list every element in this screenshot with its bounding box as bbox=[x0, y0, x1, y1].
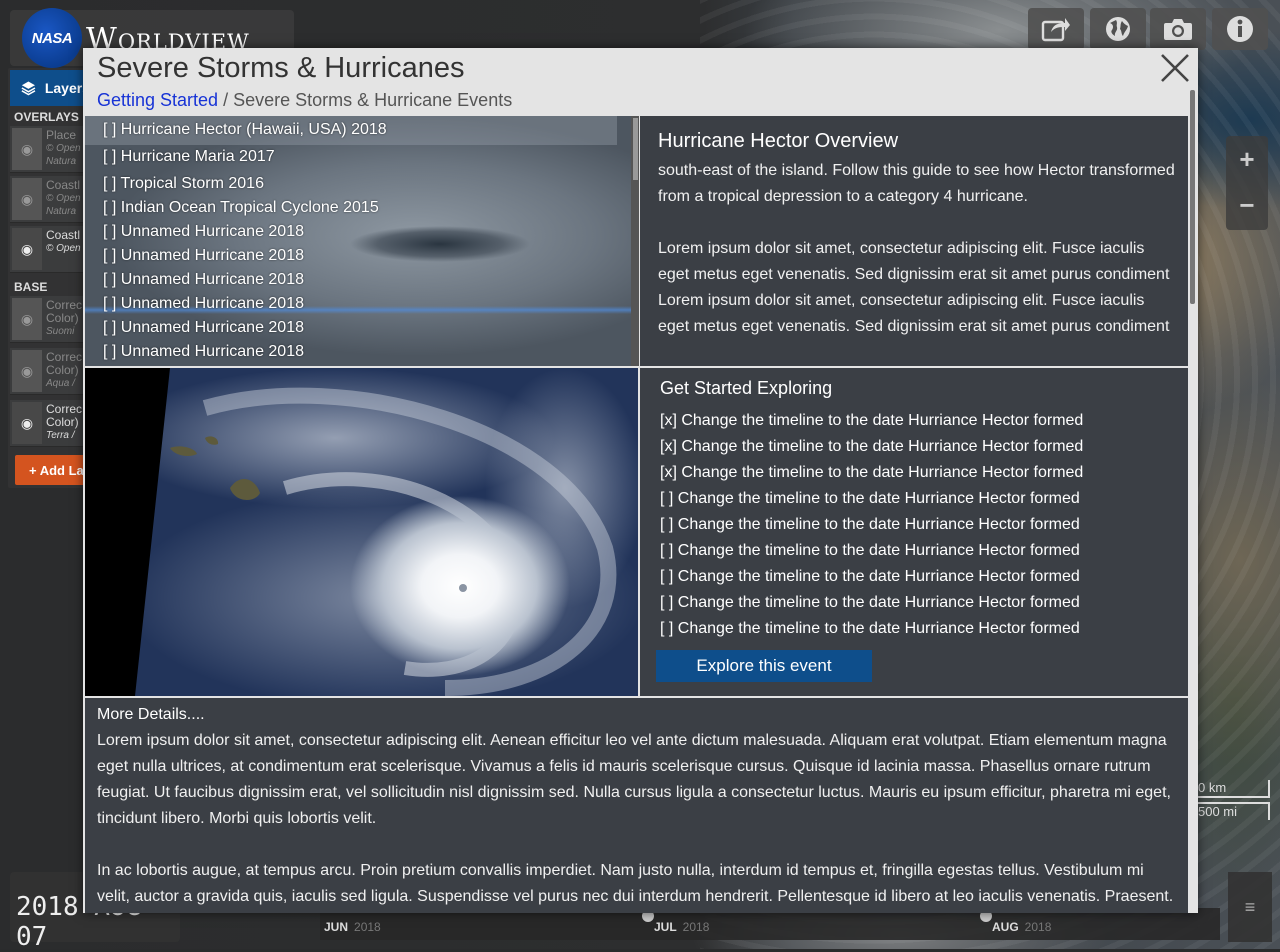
overview-paragraph: south-east of the island. Follow this gu… bbox=[658, 162, 1175, 205]
event-item[interactable]: [ ] Hurricane Maria 2017 bbox=[103, 148, 275, 166]
timeline-menu-button[interactable]: ≡ bbox=[1228, 872, 1272, 942]
timeline-month: JUL 2018 bbox=[654, 920, 710, 934]
details-pane: More Details.... Lorem ipsum dolor sit a… bbox=[85, 698, 1188, 913]
scale-mi: 500 mi bbox=[1190, 802, 1270, 820]
layer-name: Coastl © Open bbox=[46, 228, 81, 255]
eye-icon[interactable]: ◉ bbox=[12, 228, 42, 270]
event-item[interactable]: [ ] Tropical Storm 2016 bbox=[103, 175, 264, 193]
info-button[interactable] bbox=[1212, 8, 1268, 50]
task-item[interactable]: [ ] Change the timeline to the date Hurr… bbox=[660, 568, 1080, 586]
info-icon bbox=[1227, 16, 1253, 42]
eye-hidden-icon[interactable]: ◉ bbox=[12, 298, 42, 340]
task-item[interactable]: [ ] Change the timeline to the date Hurr… bbox=[660, 542, 1080, 560]
camera-icon bbox=[1164, 19, 1192, 40]
tab-layers[interactable]: Layers bbox=[10, 70, 90, 106]
task-item[interactable]: [ ] Change the timeline to the date Hurr… bbox=[660, 516, 1080, 534]
event-item[interactable]: [ ] Unnamed Hurricane 2018 bbox=[103, 319, 304, 337]
layer-row[interactable]: ◉ Correc Color) Aqua / bbox=[10, 348, 84, 395]
zoom-controls: + − bbox=[1226, 136, 1268, 230]
hurricane-satellite-image bbox=[85, 368, 638, 696]
layer-row[interactable]: ◉ Correc Color) Suomi bbox=[10, 296, 84, 343]
overview-text: south-east of the island. Follow this gu… bbox=[658, 158, 1178, 366]
overview-title: Hurricane Hector Overview bbox=[658, 130, 899, 152]
eye-icon[interactable]: ◉ bbox=[12, 402, 42, 444]
event-item[interactable]: [ ] Unnamed Hurricane 2018 bbox=[103, 247, 304, 265]
layer-name: Place © Open Natura bbox=[46, 128, 81, 168]
task-item[interactable]: [x] Change the timeline to the date Hurr… bbox=[660, 438, 1083, 456]
breadcrumb-separator: / bbox=[218, 90, 234, 110]
close-button[interactable] bbox=[1157, 50, 1193, 86]
layer-name: Correc Color) Aqua / bbox=[46, 350, 83, 390]
overlays-heading: OVERLAYS bbox=[14, 110, 79, 124]
breadcrumb: Getting Started / Severe Storms & Hurric… bbox=[97, 90, 512, 111]
projection-button[interactable] bbox=[1090, 8, 1146, 50]
details-paragraph: Lorem ipsum dolor sit amet, consectetur … bbox=[97, 732, 1171, 827]
timeline-month: AUG 2018 bbox=[992, 920, 1052, 934]
layer-name: Correc Color) Terra / bbox=[46, 402, 83, 442]
task-item[interactable]: [ ] Change the timeline to the date Hurr… bbox=[660, 620, 1080, 638]
event-item[interactable]: [ ] Hurricane Hector (Hawaii, USA) 2018 bbox=[85, 116, 617, 145]
nasa-logo: NASA bbox=[22, 8, 82, 68]
layers-panel: Layers OVERLAYS ◉ Place © Open Natura ◉ … bbox=[8, 68, 90, 488]
share-icon bbox=[1041, 18, 1070, 42]
events-scrollbar-thumb[interactable] bbox=[633, 118, 638, 180]
layer-row[interactable]: ◉ Place © Open Natura bbox=[10, 126, 84, 173]
zoom-out-button[interactable]: − bbox=[1226, 182, 1268, 228]
modal-scrollbar[interactable] bbox=[1190, 90, 1195, 304]
snapshot-button[interactable] bbox=[1150, 8, 1206, 50]
explore-event-button[interactable]: Explore this event bbox=[656, 650, 872, 682]
breadcrumb-current: Severe Storms & Hurricane Events bbox=[233, 90, 513, 110]
details-text: Lorem ipsum dolor sit amet, consectetur … bbox=[97, 728, 1177, 913]
zoom-in-button[interactable]: + bbox=[1226, 136, 1268, 182]
events-list: [ ] Hurricane Hector (Hawaii, USA) 2018 … bbox=[85, 116, 633, 366]
hamburger-icon: ≡ bbox=[1244, 896, 1256, 917]
overview-pane: Hurricane Hector Overview south-east of … bbox=[640, 116, 1188, 366]
explore-pane: Get Started Exploring [x] Change the tim… bbox=[640, 368, 1188, 696]
layer-row[interactable]: ◉ Coastl © Open Natura bbox=[10, 176, 84, 223]
task-item[interactable]: [x] Change the timeline to the date Hurr… bbox=[660, 412, 1083, 430]
event-item[interactable]: [ ] Indian Ocean Tropical Cyclone 2015 bbox=[103, 199, 379, 217]
share-button[interactable] bbox=[1028, 8, 1084, 50]
overview-paragraph: Lorem ipsum dolor sit amet, consectetur … bbox=[658, 240, 1170, 335]
breadcrumb-getting-started[interactable]: Getting Started bbox=[97, 90, 218, 110]
hurricane-image-art bbox=[85, 368, 638, 696]
modal-title: Severe Storms & Hurricanes bbox=[97, 52, 465, 84]
task-item[interactable]: [ ] Change the timeline to the date Hurr… bbox=[660, 490, 1080, 508]
details-paragraph: In ac lobortis augue, at tempus arcu. Pr… bbox=[97, 862, 1174, 905]
details-title: More Details.... bbox=[97, 706, 205, 723]
layer-name: Correc Color) Suomi bbox=[46, 298, 83, 338]
scale-km: 0 km bbox=[1190, 780, 1270, 798]
task-item[interactable]: [ ] Change the timeline to the date Hurr… bbox=[660, 594, 1080, 612]
globe-icon bbox=[1106, 17, 1130, 41]
close-icon bbox=[1161, 54, 1189, 82]
layer-row[interactable]: ◉ Correc Color) Terra / bbox=[10, 400, 84, 447]
eye-hidden-icon[interactable]: ◉ bbox=[12, 350, 42, 392]
tour-modal: Severe Storms & Hurricanes Getting Start… bbox=[83, 48, 1198, 913]
task-item[interactable]: [x] Change the timeline to the date Hurr… bbox=[660, 464, 1083, 482]
eye-hidden-icon[interactable]: ◉ bbox=[12, 178, 42, 220]
layers-icon bbox=[21, 81, 36, 96]
event-item[interactable]: [ ] Unnamed Hurricane 2018 bbox=[103, 271, 304, 289]
event-item[interactable]: [ ] Unnamed Hurricane 2018 bbox=[103, 343, 304, 361]
timeline-month: JUN 2018 bbox=[324, 920, 381, 934]
layer-name: Coastl © Open Natura bbox=[46, 178, 81, 218]
eye-hidden-icon[interactable]: ◉ bbox=[12, 128, 42, 170]
layer-row[interactable]: ◉ Coastl © Open bbox=[10, 226, 84, 273]
explore-title: Get Started Exploring bbox=[660, 378, 833, 398]
event-item[interactable]: [ ] Unnamed Hurricane 2018 bbox=[103, 295, 304, 313]
event-item[interactable]: [ ] Unnamed Hurricane 2018 bbox=[103, 223, 304, 241]
